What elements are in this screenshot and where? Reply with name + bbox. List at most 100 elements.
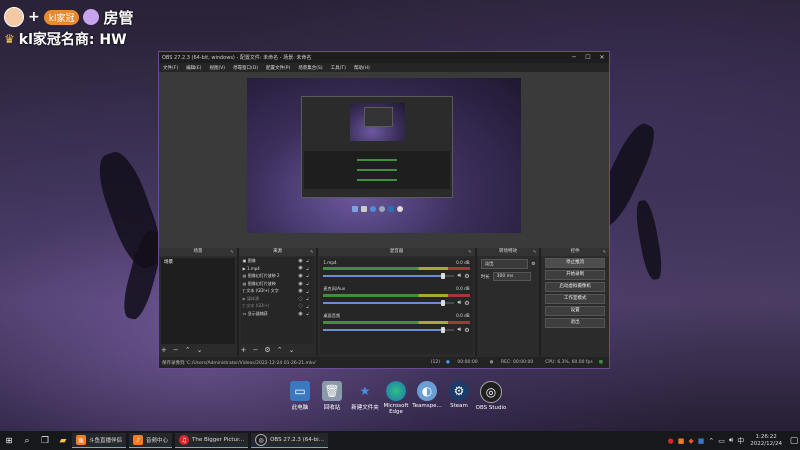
- task-view-icon[interactable]: ❐: [36, 431, 54, 450]
- gear-icon[interactable]: ⚙: [464, 327, 469, 334]
- visibility-icon[interactable]: ◉: [298, 281, 306, 287]
- volume-slider[interactable]: [323, 273, 455, 279]
- volume-slider[interactable]: [323, 327, 455, 333]
- menu-scene-collection[interactable]: 场景集合(S): [298, 65, 322, 71]
- move-up-icon[interactable]: ⌃: [185, 346, 191, 354]
- visibility-icon[interactable]: ◉: [298, 311, 306, 317]
- remove-scene-icon[interactable]: −: [173, 346, 179, 354]
- duration-input[interactable]: 300 ms: [492, 272, 531, 281]
- lock-icon[interactable]: 🔓︎: [306, 296, 314, 301]
- start-virtual-camera-button[interactable]: 启动虚拟摄像机: [545, 282, 606, 292]
- sources-list[interactable]: ▣ 图像 ◉ 🔓︎ ▶ 1.mp4 ◉ 🔓︎ ▤ 图像幻灯片放映 2 ◉ 🔓︎ ▤ 图像幻灯…: [240, 257, 315, 344]
- gear-icon[interactable]: ⚙: [464, 273, 469, 280]
- clock[interactable]: 1:26:22 2022/12/24: [750, 434, 782, 448]
- dock-pin-icon[interactable]: ✎: [310, 248, 313, 256]
- visibility-icon[interactable]: ◉: [298, 288, 306, 294]
- settings-button[interactable]: 设置: [545, 306, 606, 316]
- tray-app-icon[interactable]: ◆: [688, 437, 693, 445]
- volume-slider[interactable]: [323, 300, 455, 306]
- preview-canvas[interactable]: [247, 78, 521, 233]
- file-explorer-icon[interactable]: ▰: [54, 431, 72, 450]
- source-item[interactable]: ▣ 图像 ◉ 🔓︎: [241, 257, 315, 265]
- taskbar-app-netease[interactable]: ♫ The Bigger Pictur...: [175, 433, 249, 448]
- menu-view[interactable]: 视图(V): [209, 65, 225, 71]
- scenes-list[interactable]: 场景: [161, 258, 235, 344]
- volume-icon[interactable]: 🔊︎: [457, 326, 461, 334]
- lock-icon[interactable]: 🔓︎: [306, 311, 314, 316]
- channel-db: 0.0 dB: [456, 260, 470, 265]
- close-icon[interactable]: ✕: [595, 54, 609, 61]
- visibility-icon[interactable]: ◉: [298, 258, 306, 264]
- transition-select[interactable]: 淡出: [480, 259, 529, 269]
- lock-icon[interactable]: 🔓︎: [306, 266, 314, 271]
- visibility-icon[interactable]: ◉: [298, 273, 306, 279]
- network-icon[interactable]: ▭: [718, 437, 725, 445]
- menu-docks[interactable]: 停靠窗口(D): [233, 65, 258, 71]
- lock-icon[interactable]: 🔓︎: [306, 289, 314, 294]
- add-scene-icon[interactable]: +: [161, 346, 167, 354]
- start-recording-button[interactable]: 开始录制: [545, 270, 606, 280]
- add-source-icon[interactable]: +: [241, 346, 247, 354]
- nested-obs-window: [301, 96, 453, 198]
- visibility-icon[interactable]: ◌: [298, 303, 306, 309]
- computer-icon: ▭: [290, 381, 310, 401]
- menu-edit[interactable]: 编辑(E): [186, 65, 201, 71]
- menu-help[interactable]: 帮助(H): [354, 65, 370, 71]
- lock-icon[interactable]: 🔓︎: [306, 258, 314, 263]
- netease-tray-icon[interactable]: ●: [668, 437, 674, 445]
- transitions-title: 转场特效: [498, 249, 517, 254]
- obs-window[interactable]: OBS 27.2.3 (64-bit, windows) - 配置文件: 未命名…: [158, 51, 610, 369]
- recording-path: 保存录像到 'C:/Users/Administrator/Videos/202…: [162, 360, 317, 366]
- transition-settings-icon[interactable]: ⚙: [531, 262, 535, 267]
- taskbar-app-audio-center[interactable]: ♪ 音频中心: [129, 433, 173, 448]
- menu-profile[interactable]: 配置文件(P): [266, 65, 290, 71]
- volume-icon[interactable]: 🔊︎: [457, 272, 461, 280]
- move-down-icon[interactable]: ⌄: [289, 346, 295, 354]
- maximize-icon[interactable]: ☐: [581, 54, 595, 61]
- source-item[interactable]: ▭ 显示器捕获 ◉ 🔓︎: [241, 310, 315, 318]
- gear-icon[interactable]: ⚙: [464, 300, 469, 307]
- menu-file[interactable]: 文件(F): [163, 65, 178, 71]
- lock-icon[interactable]: 🔓︎: [306, 281, 314, 286]
- source-item[interactable]: T 文本 (GDI+) 文字 ◉ 🔓︎: [241, 287, 315, 295]
- taskbar-app-douyu[interactable]: 鱼 斗鱼直播伴侣: [72, 433, 127, 448]
- source-item[interactable]: T 文本 (GDI+) ◌ 🔓︎: [241, 303, 315, 311]
- source-item[interactable]: ▤ 图像幻灯片放映 2 ◉ 🔓︎: [241, 272, 315, 280]
- move-up-icon[interactable]: ⌃: [277, 346, 283, 354]
- menu-tools[interactable]: 工具(T): [331, 65, 346, 71]
- level-meter: [323, 294, 470, 297]
- scene-item[interactable]: 场景: [161, 258, 235, 266]
- volume-icon[interactable]: 🔊︎: [457, 299, 461, 307]
- input-method-label[interactable]: 中: [737, 436, 744, 446]
- minimize-icon[interactable]: ─: [567, 54, 581, 61]
- dock-pin-icon[interactable]: ✎: [603, 248, 606, 256]
- source-settings-icon[interactable]: ⚙: [264, 346, 270, 354]
- stop-streaming-button[interactable]: 停止推流: [545, 258, 606, 268]
- lock-icon[interactable]: 🔓︎: [306, 273, 314, 278]
- dock-pin-icon[interactable]: ✎: [468, 248, 471, 256]
- search-icon[interactable]: ⌕: [18, 431, 36, 450]
- notification-icon[interactable]: ▢: [788, 431, 800, 450]
- lock-icon[interactable]: 🔓︎: [306, 304, 314, 309]
- dock-pin-icon[interactable]: ✎: [533, 248, 536, 256]
- visibility-icon[interactable]: ◉: [298, 265, 306, 271]
- volume-icon[interactable]: 🔊︎: [729, 436, 733, 445]
- source-item[interactable]: ▶ 媒体源 ◌ 🔓︎: [241, 295, 315, 303]
- mixer-channel: 1.mp4 0.0 dB 🔊︎ ⚙: [320, 258, 473, 284]
- chevron-up-icon[interactable]: ⌃: [708, 437, 714, 445]
- taskbar-app-obs[interactable]: ◎ OBS 27.2.3 (64-bi...: [251, 433, 328, 448]
- move-down-icon[interactable]: ⌄: [197, 346, 203, 354]
- tray-app-icon[interactable]: ■: [698, 437, 705, 445]
- visibility-icon[interactable]: ◌: [298, 296, 306, 302]
- dock-pin-icon[interactable]: ✎: [230, 248, 233, 256]
- remove-source-icon[interactable]: −: [253, 346, 259, 354]
- source-item[interactable]: ▶ 1.mp4 ◉ 🔓︎: [241, 265, 315, 273]
- source-item[interactable]: ▤ 图像幻灯片放映 ◉ 🔓︎: [241, 280, 315, 288]
- exit-button[interactable]: 退出: [545, 318, 606, 328]
- tray-app-icon[interactable]: ■: [678, 437, 685, 445]
- desktop-icon-obs[interactable]: ◎ OBS Studio: [471, 381, 511, 411]
- windows-start-icon[interactable]: ⊞: [0, 431, 18, 450]
- studio-mode-button[interactable]: 工作室模式: [545, 294, 606, 304]
- fan-badge: kl家冠: [43, 9, 80, 25]
- obs-titlebar[interactable]: OBS 27.2.3 (64-bit, windows) - 配置文件: 未命名…: [159, 52, 609, 63]
